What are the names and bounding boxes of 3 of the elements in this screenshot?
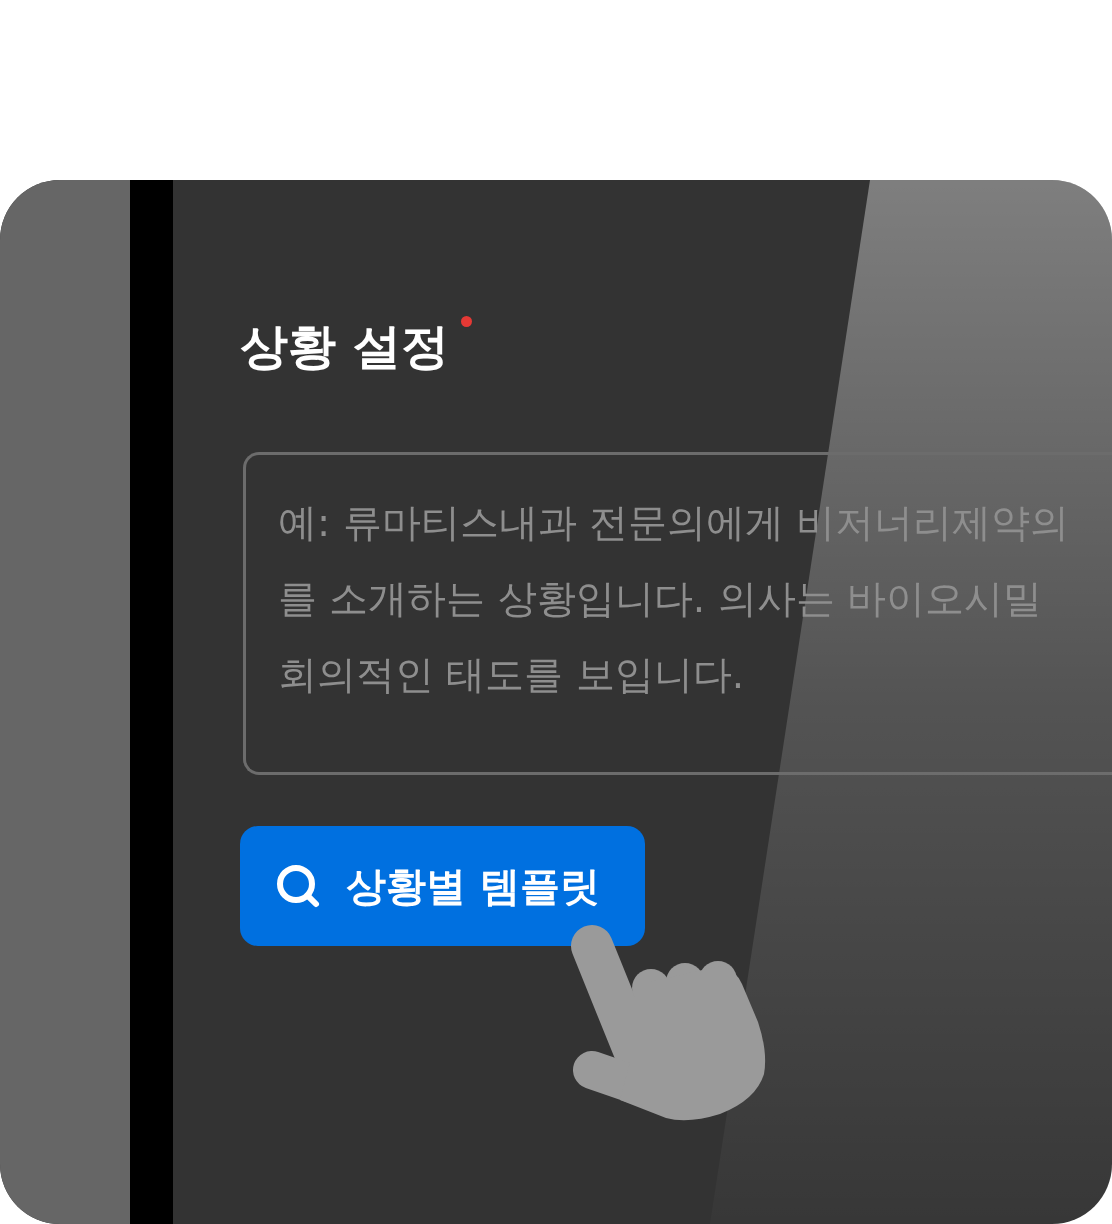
section-title: 상황 설정 [240,317,449,376]
search-icon [274,862,322,910]
template-search-button[interactable]: 상황별 템플릿 [240,826,645,946]
